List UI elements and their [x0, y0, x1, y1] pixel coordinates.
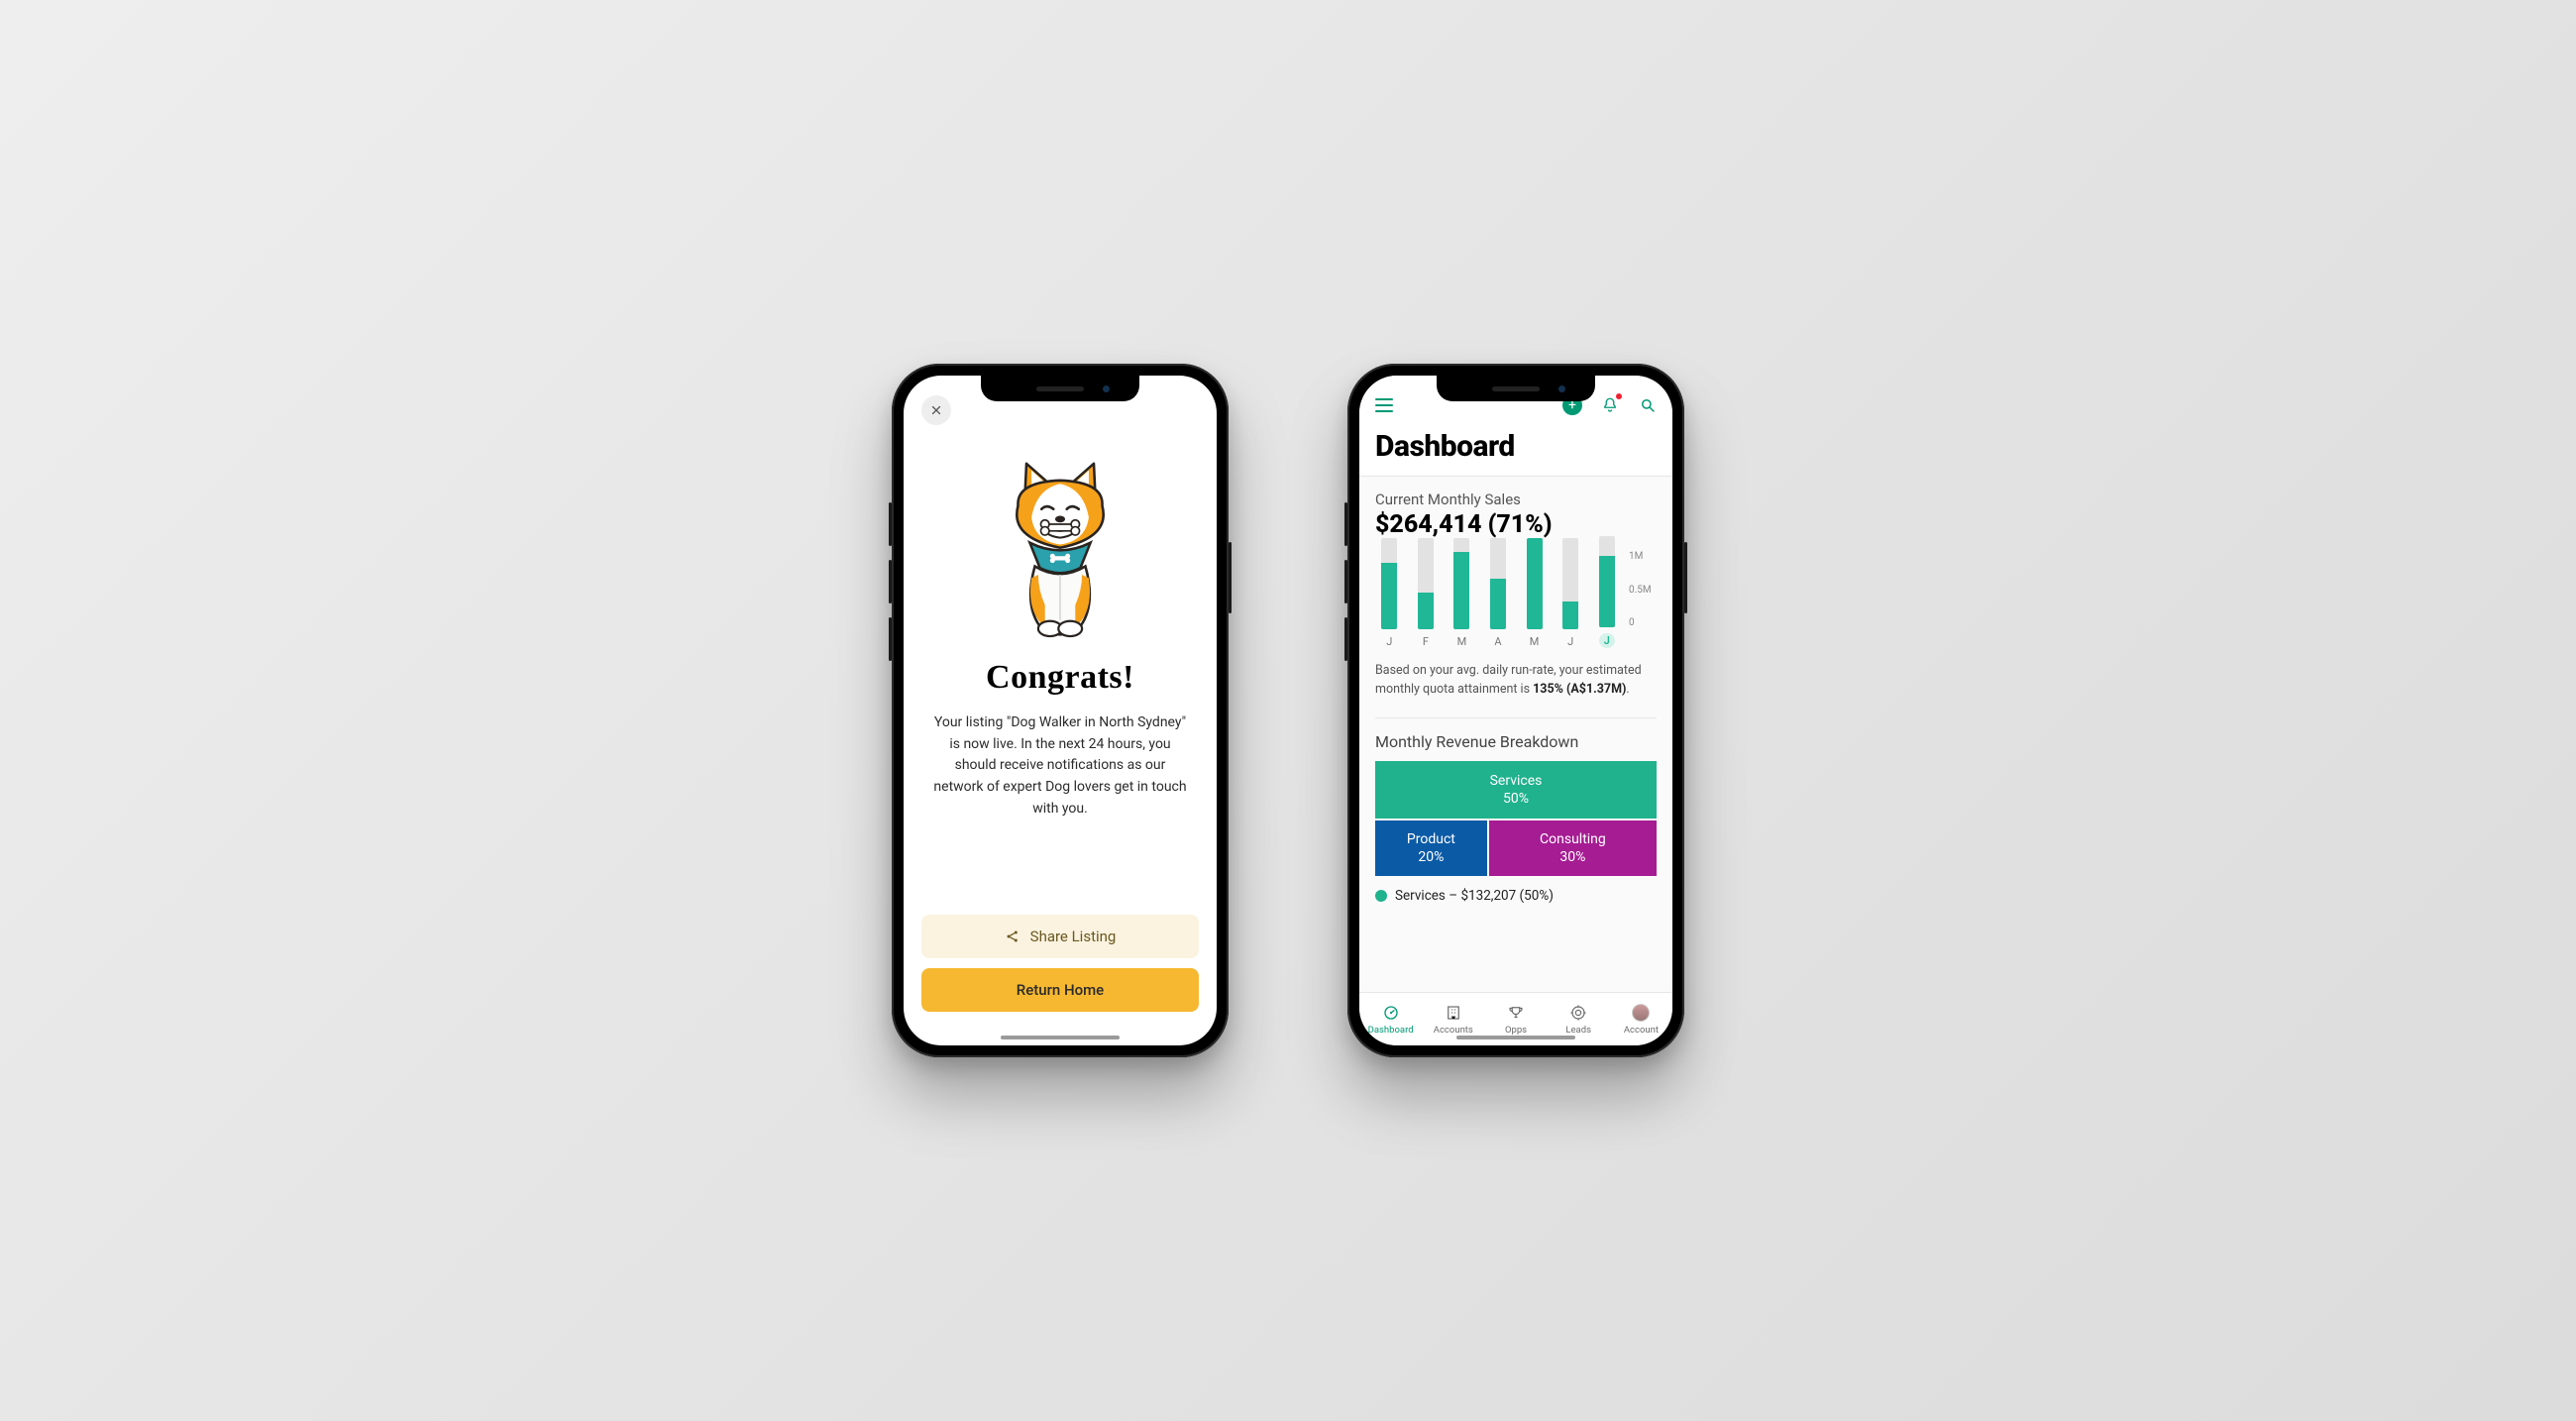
return-home-button[interactable]: Return Home [921, 968, 1199, 1012]
runrate-bold: 135% (A$1.37M) [1533, 682, 1626, 697]
chart-bar: A [1484, 538, 1513, 648]
trophy-icon [1506, 1003, 1526, 1023]
tile-services[interactable]: Services 50% [1375, 761, 1657, 819]
screen-congrats: Congrats! Your listing "Dog Walker in No… [904, 376, 1217, 1045]
congrats-body: Your listing "Dog Walker in North Sydney… [921, 712, 1199, 820]
search-button[interactable] [1637, 394, 1659, 416]
tile-label: Services [1490, 773, 1543, 789]
runrate-text: Based on your avg. daily run-rate, your … [1375, 662, 1657, 700]
search-icon [1639, 396, 1657, 414]
sales-value: $264,414 (71%) [1375, 510, 1657, 539]
tile-label: Consulting [1540, 831, 1606, 847]
tile-pct: 20% [1418, 849, 1444, 865]
home-indicator [1456, 1036, 1575, 1039]
home-indicator [1001, 1036, 1120, 1039]
page-title: Dashboard [1359, 421, 1672, 476]
chart-bar: J [1592, 536, 1621, 648]
phone-mockup-congrats: Congrats! Your listing "Dog Walker in No… [892, 364, 1229, 1057]
share-listing-label: Share Listing [1030, 928, 1117, 945]
y-tick: 0 [1629, 617, 1635, 628]
phone-mockup-dashboard: + Dashboard Current Monthly Sales $264,4… [1347, 364, 1684, 1057]
notification-dot [1616, 393, 1622, 399]
chart-bar: F [1412, 538, 1441, 648]
tab-label: Accounts [1434, 1025, 1473, 1036]
breakdown-title: Monthly Revenue Breakdown [1375, 732, 1657, 751]
chart-x-label: J [1599, 633, 1615, 648]
chart-x-label: F [1423, 635, 1429, 648]
y-tick: 0.5M [1629, 585, 1652, 596]
monthly-sales-chart: J F M A M J J 1M 0.5M 0 [1375, 549, 1657, 648]
phone-notch [1437, 376, 1595, 401]
close-icon [929, 403, 943, 417]
share-icon [1005, 929, 1020, 944]
tile-pct: 30% [1559, 849, 1585, 865]
phone-notch [981, 376, 1139, 401]
divider [1375, 717, 1657, 718]
gauge-icon [1381, 1003, 1401, 1023]
tile-pct: 50% [1503, 791, 1529, 807]
runrate-suffix: . [1626, 682, 1629, 697]
screen-dashboard: + Dashboard Current Monthly Sales $264,4… [1359, 376, 1672, 1045]
sales-label: Current Monthly Sales [1375, 491, 1657, 508]
chart-x-label: J [1386, 635, 1392, 648]
chart-x-label: M [1457, 635, 1467, 648]
chart-x-label: J [1567, 635, 1573, 648]
chart-x-label: M [1530, 635, 1540, 648]
legend-swatch-services [1375, 890, 1387, 902]
target-icon [1568, 1003, 1588, 1023]
legend-text: Services – $132,207 (50%) [1395, 888, 1554, 904]
chart-y-axis: 1M 0.5M 0 [1629, 549, 1657, 648]
revenue-treemap: Services 50% Product 20% Consulting 30% [1375, 761, 1657, 876]
close-button[interactable] [921, 395, 951, 425]
breakdown-legend: Services – $132,207 (50%) [1375, 888, 1657, 904]
tab-label: Account [1624, 1025, 1659, 1036]
chart-bar: M [1448, 538, 1476, 648]
return-home-label: Return Home [1017, 981, 1104, 999]
congrats-title: Congrats! [921, 659, 1199, 697]
bell-icon [1601, 396, 1619, 414]
tile-label: Product [1407, 831, 1455, 847]
tab-account[interactable]: Account [1610, 993, 1672, 1045]
notifications-button[interactable] [1599, 394, 1621, 416]
dog-illustration [921, 437, 1199, 645]
tab-label: Leads [1565, 1025, 1591, 1036]
building-icon [1444, 1003, 1463, 1023]
tab-label: Dashboard [1368, 1025, 1414, 1036]
chart-bar: J [1375, 538, 1404, 648]
chart-x-label: A [1494, 635, 1501, 648]
tab-dashboard[interactable]: Dashboard [1359, 993, 1422, 1045]
tile-consulting[interactable]: Consulting 30% [1489, 820, 1657, 876]
tab-label: Opps [1505, 1025, 1527, 1036]
dashboard-scroll[interactable]: Current Monthly Sales $264,414 (71%) J F M… [1359, 477, 1672, 992]
y-tick: 1M [1629, 551, 1643, 562]
share-listing-button[interactable]: Share Listing [921, 915, 1199, 958]
tile-product[interactable]: Product 20% [1375, 820, 1487, 876]
menu-button[interactable] [1373, 394, 1395, 416]
avatar-icon [1631, 1003, 1651, 1023]
chart-bar: M [1520, 538, 1549, 648]
chart-bar: J [1556, 538, 1585, 648]
